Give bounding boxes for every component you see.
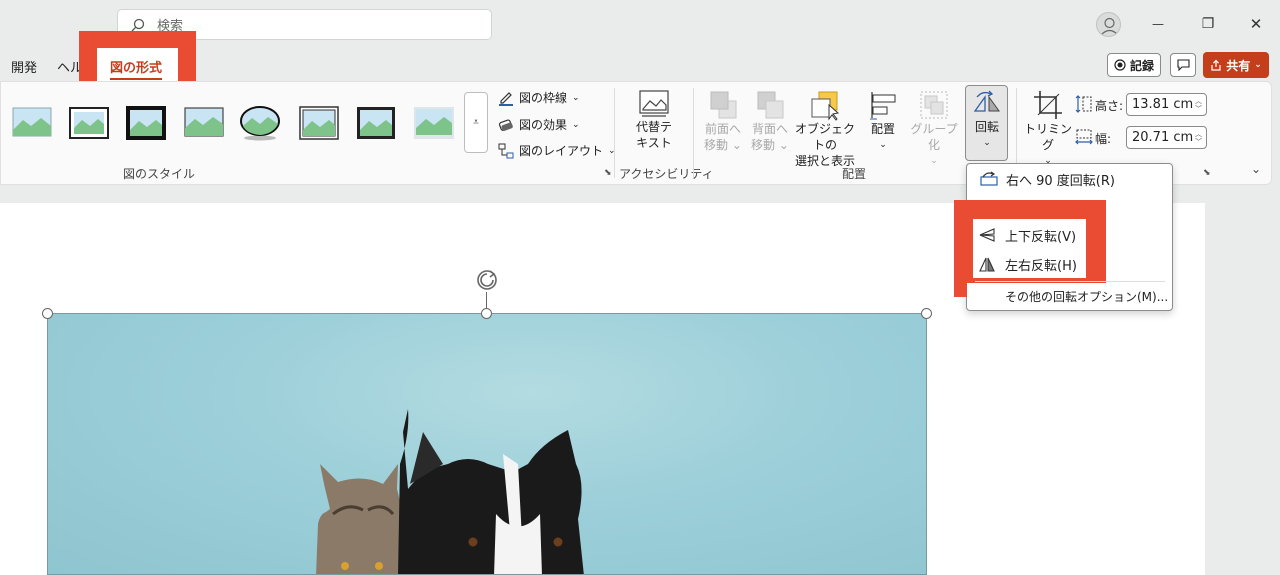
caret-icon: ⌄ bbox=[572, 92, 580, 103]
style-thumb-2[interactable] bbox=[68, 104, 110, 142]
separator bbox=[693, 88, 694, 178]
picture[interactable] bbox=[47, 313, 927, 575]
share-icon bbox=[1211, 59, 1221, 71]
tab-picture-format[interactable]: 図の形式 bbox=[110, 57, 163, 80]
style-thumb-3[interactable] bbox=[125, 104, 167, 142]
record-button[interactable]: 記録 bbox=[1107, 53, 1161, 77]
style-thumb-5[interactable] bbox=[239, 104, 281, 142]
rotate-right-icon bbox=[979, 171, 1001, 187]
group-button[interactable]: グループ化 ⌄ bbox=[906, 89, 962, 169]
crop-icon bbox=[1034, 91, 1062, 119]
rotate-icon bbox=[973, 90, 1000, 112]
layout-icon bbox=[498, 143, 514, 158]
more-icon: ⩡ bbox=[473, 117, 479, 128]
rotate-button[interactable]: 回転 ⌄ bbox=[967, 89, 1007, 151]
bring-forward-icon bbox=[710, 91, 737, 119]
rotation-handle-icon[interactable] bbox=[473, 266, 501, 294]
record-icon bbox=[1114, 59, 1126, 71]
group-icon bbox=[920, 91, 948, 119]
menu-item-more-rotation-options[interactable]: その他の回転オプション(M)... bbox=[966, 284, 1171, 308]
align-icon bbox=[870, 92, 896, 120]
height-icon bbox=[1075, 95, 1092, 113]
minimize-button[interactable]: — bbox=[1138, 8, 1178, 40]
menu-separator bbox=[975, 281, 1165, 282]
comment-icon bbox=[1176, 59, 1190, 71]
caret-icon: ⌄ bbox=[879, 140, 887, 150]
menu-item-rotate-right[interactable]: 右へ 90 度回転(R) bbox=[967, 166, 1172, 192]
caret-icon: ⌄ bbox=[572, 119, 580, 130]
flip-vertical-icon bbox=[978, 228, 1000, 242]
width-icon bbox=[1075, 129, 1093, 145]
bring-forward-button[interactable]: 前面へ 移動 ⌄ bbox=[701, 89, 745, 153]
picture-border-button[interactable]: 図の枠線 ⌄ bbox=[498, 89, 580, 106]
pet-photo bbox=[316, 409, 584, 574]
search-icon bbox=[131, 18, 145, 31]
avatar-icon[interactable] bbox=[1096, 12, 1121, 37]
caret-icon: ⌄ bbox=[930, 156, 938, 166]
style-thumb-8[interactable] bbox=[413, 104, 455, 142]
menu-item-flip-vertical[interactable]: 上下反転(V) bbox=[966, 222, 1086, 248]
style-thumb-1[interactable] bbox=[11, 104, 53, 142]
height-field[interactable]: 13.81 cm ︿ ﹀ bbox=[1126, 93, 1207, 116]
separator bbox=[614, 88, 615, 178]
style-thumb-6[interactable] bbox=[298, 104, 340, 142]
style-thumb-4[interactable] bbox=[183, 104, 225, 142]
selection-pane-icon bbox=[811, 91, 840, 121]
caret-icon: ⌄ bbox=[983, 138, 991, 148]
alt-text-icon bbox=[639, 90, 669, 117]
styles-group-label: 図のスタイル bbox=[123, 167, 196, 181]
share-caret-icon: ⌄ bbox=[1254, 60, 1262, 70]
picture-effects-button[interactable]: 図の効果 ⌄ bbox=[498, 116, 580, 133]
size-dialog-launcher[interactable]: ⬊ bbox=[1203, 168, 1211, 178]
accessibility-group-label: アクセシビリティ bbox=[619, 167, 714, 181]
send-backward-icon bbox=[757, 91, 784, 119]
width-field[interactable]: 20.71 cm ︿ ﹀ bbox=[1126, 126, 1207, 149]
resize-handle-nw[interactable] bbox=[42, 308, 53, 319]
gallery-more-button[interactable]: ⩡ bbox=[464, 92, 488, 153]
spin-arrows-icon[interactable]: ︿ ﹀ bbox=[1195, 130, 1202, 146]
tab-developer[interactable]: 開発 bbox=[11, 57, 37, 76]
comment-button[interactable] bbox=[1170, 53, 1196, 77]
styles-dialog-launcher[interactable]: ⬊ bbox=[604, 168, 612, 178]
align-button[interactable]: 配置 ⌄ bbox=[864, 89, 902, 153]
selection-pane-button[interactable]: オブジェクトの 選択と表示 bbox=[791, 89, 859, 169]
width-label: 幅: bbox=[1095, 132, 1112, 146]
pen-icon bbox=[499, 91, 513, 106]
picture-layout-button[interactable]: 図のレイアウト ⌄ bbox=[498, 142, 616, 159]
share-button[interactable]: 共有 ⌄ bbox=[1203, 52, 1269, 78]
resize-handle-ne[interactable] bbox=[921, 308, 932, 319]
arrange-group-label: 配置 bbox=[842, 167, 867, 181]
height-label: 高さ: bbox=[1095, 99, 1124, 113]
crop-button[interactable]: トリミング ⌄ bbox=[1023, 89, 1073, 169]
collapse-ribbon-icon[interactable]: ⌄ bbox=[1251, 162, 1261, 176]
restore-button[interactable]: ❐ bbox=[1188, 8, 1228, 40]
send-backward-button[interactable]: 背面へ 移動 ⌄ bbox=[748, 89, 792, 153]
close-button[interactable]: ✕ bbox=[1236, 8, 1276, 40]
effects-icon bbox=[498, 118, 513, 131]
alt-text-button[interactable]: 代替テ キスト bbox=[625, 89, 683, 151]
flip-horizontal-icon bbox=[978, 256, 1000, 272]
spin-arrows-icon[interactable]: ︿ ﹀ bbox=[1195, 97, 1202, 113]
resize-handle-n[interactable] bbox=[481, 308, 492, 319]
menu-item-flip-horizontal[interactable]: 左右反転(H) bbox=[966, 251, 1086, 277]
style-thumb-7[interactable] bbox=[355, 104, 397, 142]
